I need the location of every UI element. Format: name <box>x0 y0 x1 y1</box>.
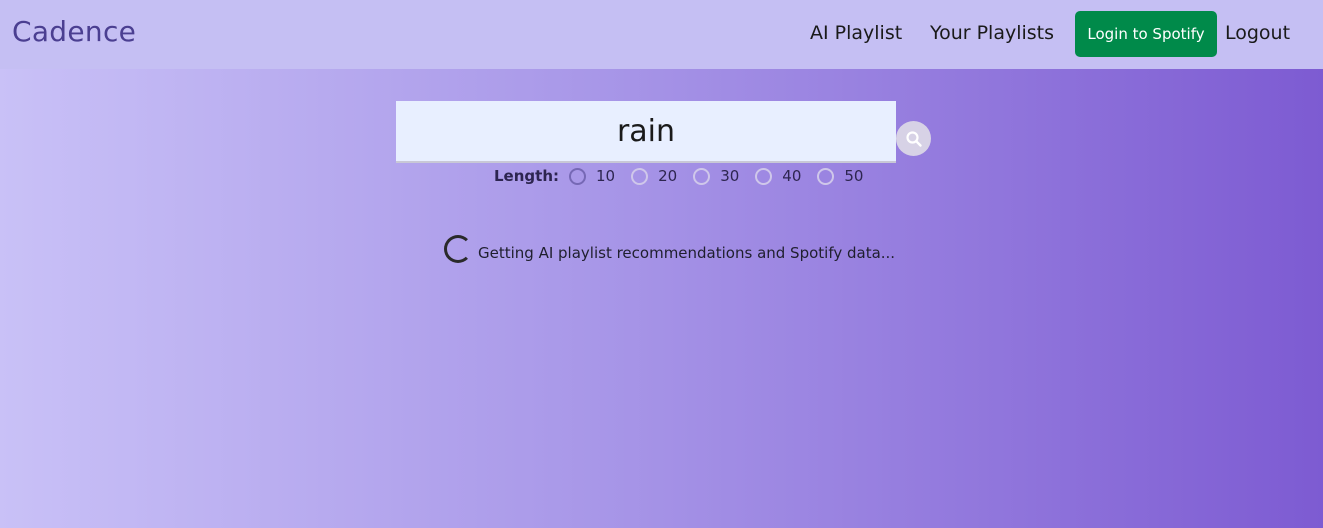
length-option-label: 10 <box>596 167 616 185</box>
login-spotify-button[interactable]: Login to Spotify <box>1075 11 1217 57</box>
radio-button[interactable] <box>755 167 773 185</box>
logout-link[interactable]: Logout <box>1225 22 1290 44</box>
length-option-20[interactable]: 20 <box>631 167 685 185</box>
length-option-label: 30 <box>720 167 740 185</box>
radio-button[interactable] <box>631 167 649 185</box>
search-icon <box>905 130 922 147</box>
radio-button[interactable] <box>817 167 835 185</box>
length-selector: Length: 10 20 30 40 50 <box>494 166 879 186</box>
navbar: Cadence AI Playlist Your Playlists Login… <box>0 0 1323 69</box>
spinner-icon <box>444 235 472 263</box>
search-button[interactable] <box>896 121 931 156</box>
nav-ai-playlist[interactable]: AI Playlist <box>810 22 902 44</box>
length-option-10[interactable]: 10 <box>569 167 623 185</box>
search-input[interactable] <box>396 101 896 163</box>
length-option-label: 20 <box>658 167 678 185</box>
length-option-label: 50 <box>844 167 864 185</box>
length-label: Length: <box>494 167 559 185</box>
length-option-50[interactable]: 50 <box>817 167 871 185</box>
nav-your-playlists[interactable]: Your Playlists <box>930 22 1054 44</box>
brand-logo[interactable]: Cadence <box>12 15 136 48</box>
loading-indicator: Getting AI playlist recommendations and … <box>444 235 895 263</box>
loading-text: Getting AI playlist recommendations and … <box>478 244 896 262</box>
length-option-label: 40 <box>782 167 802 185</box>
length-option-30[interactable]: 30 <box>693 167 747 185</box>
radio-button[interactable] <box>693 167 711 185</box>
length-option-40[interactable]: 40 <box>755 167 809 185</box>
radio-button[interactable] <box>569 167 586 185</box>
